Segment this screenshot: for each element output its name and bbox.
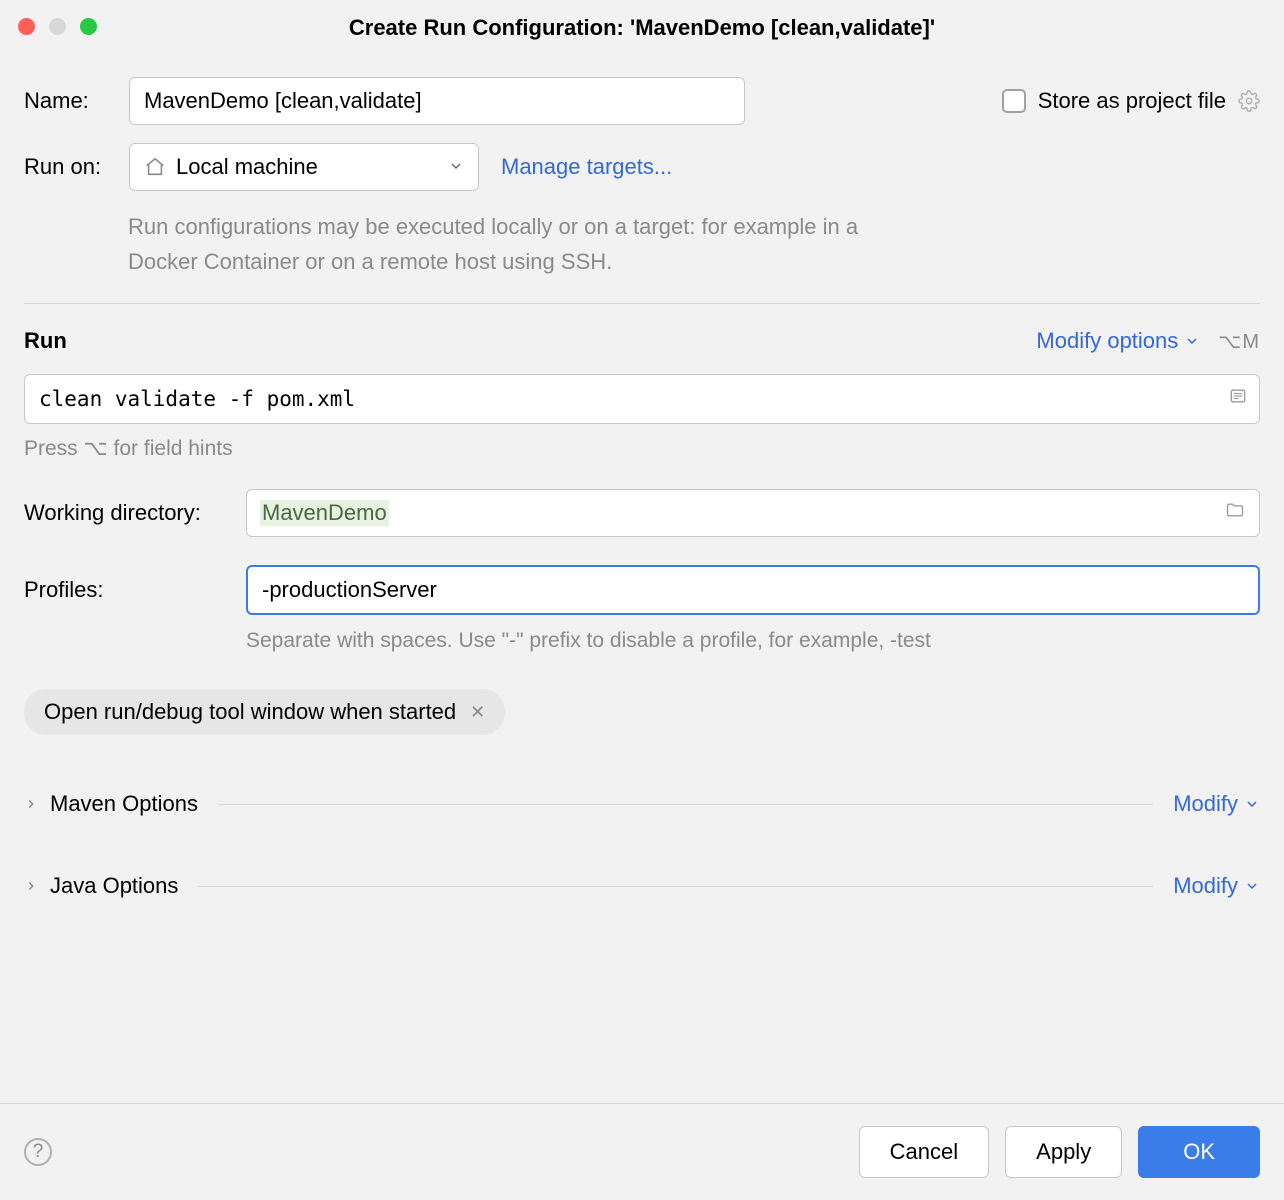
- divider: [218, 804, 1153, 805]
- apply-button[interactable]: Apply: [1005, 1126, 1122, 1178]
- dialog-title: Create Run Configuration: 'MavenDemo [cl…: [0, 0, 1284, 41]
- folder-icon[interactable]: [1224, 500, 1246, 526]
- maximize-window-button[interactable]: [80, 18, 97, 35]
- ok-button[interactable]: OK: [1138, 1126, 1260, 1178]
- run-section-title: Run: [24, 328, 67, 354]
- cancel-button[interactable]: Cancel: [859, 1126, 989, 1178]
- chip-label: Open run/debug tool window when started: [44, 699, 456, 725]
- working-directory-input[interactable]: [246, 489, 1260, 537]
- java-options-title: Java Options: [50, 873, 178, 899]
- java-options-toggle[interactable]: Java Options: [24, 873, 178, 899]
- gear-icon[interactable]: [1238, 90, 1260, 112]
- home-icon: [144, 156, 166, 178]
- run-on-hint: Run configurations may be executed local…: [128, 209, 888, 279]
- maven-options-modify-link[interactable]: Modify: [1173, 791, 1260, 817]
- chevron-right-icon: [24, 791, 38, 817]
- profiles-hint: Separate with spaces. Use "-" prefix to …: [246, 629, 1260, 653]
- store-as-project-file-label: Store as project file: [1038, 88, 1226, 114]
- run-on-label: Run on:: [24, 154, 129, 180]
- close-icon[interactable]: ✕: [470, 702, 485, 723]
- name-input[interactable]: [129, 77, 745, 125]
- java-options-modify-link[interactable]: Modify: [1173, 873, 1260, 899]
- run-command-input[interactable]: [24, 374, 1260, 424]
- expand-field-icon[interactable]: [1228, 386, 1248, 412]
- name-label: Name:: [24, 88, 129, 114]
- open-tool-window-chip[interactable]: Open run/debug tool window when started …: [24, 689, 505, 735]
- working-directory-label: Working directory:: [24, 500, 246, 526]
- run-on-dropdown[interactable]: Local machine: [129, 143, 479, 191]
- profiles-label: Profiles:: [24, 577, 246, 603]
- help-button[interactable]: ?: [24, 1138, 52, 1166]
- window-controls: [18, 18, 97, 35]
- manage-targets-link[interactable]: Manage targets...: [501, 154, 672, 180]
- maven-options-toggle[interactable]: Maven Options: [24, 791, 198, 817]
- close-window-button[interactable]: [18, 18, 35, 35]
- profiles-input[interactable]: [246, 565, 1260, 615]
- store-as-project-file-checkbox[interactable]: [1002, 89, 1026, 113]
- chevron-right-icon: [24, 873, 38, 899]
- divider: [198, 886, 1153, 887]
- minimize-window-button[interactable]: [49, 18, 66, 35]
- modify-options-shortcut: ⌥M: [1218, 329, 1260, 354]
- chevron-down-icon: [448, 154, 464, 180]
- run-on-selected: Local machine: [176, 154, 318, 180]
- divider: [24, 303, 1260, 304]
- field-hint: Press ⌥ for field hints: [24, 436, 1260, 461]
- maven-options-title: Maven Options: [50, 791, 198, 817]
- modify-options-link[interactable]: Modify options: [1036, 328, 1200, 354]
